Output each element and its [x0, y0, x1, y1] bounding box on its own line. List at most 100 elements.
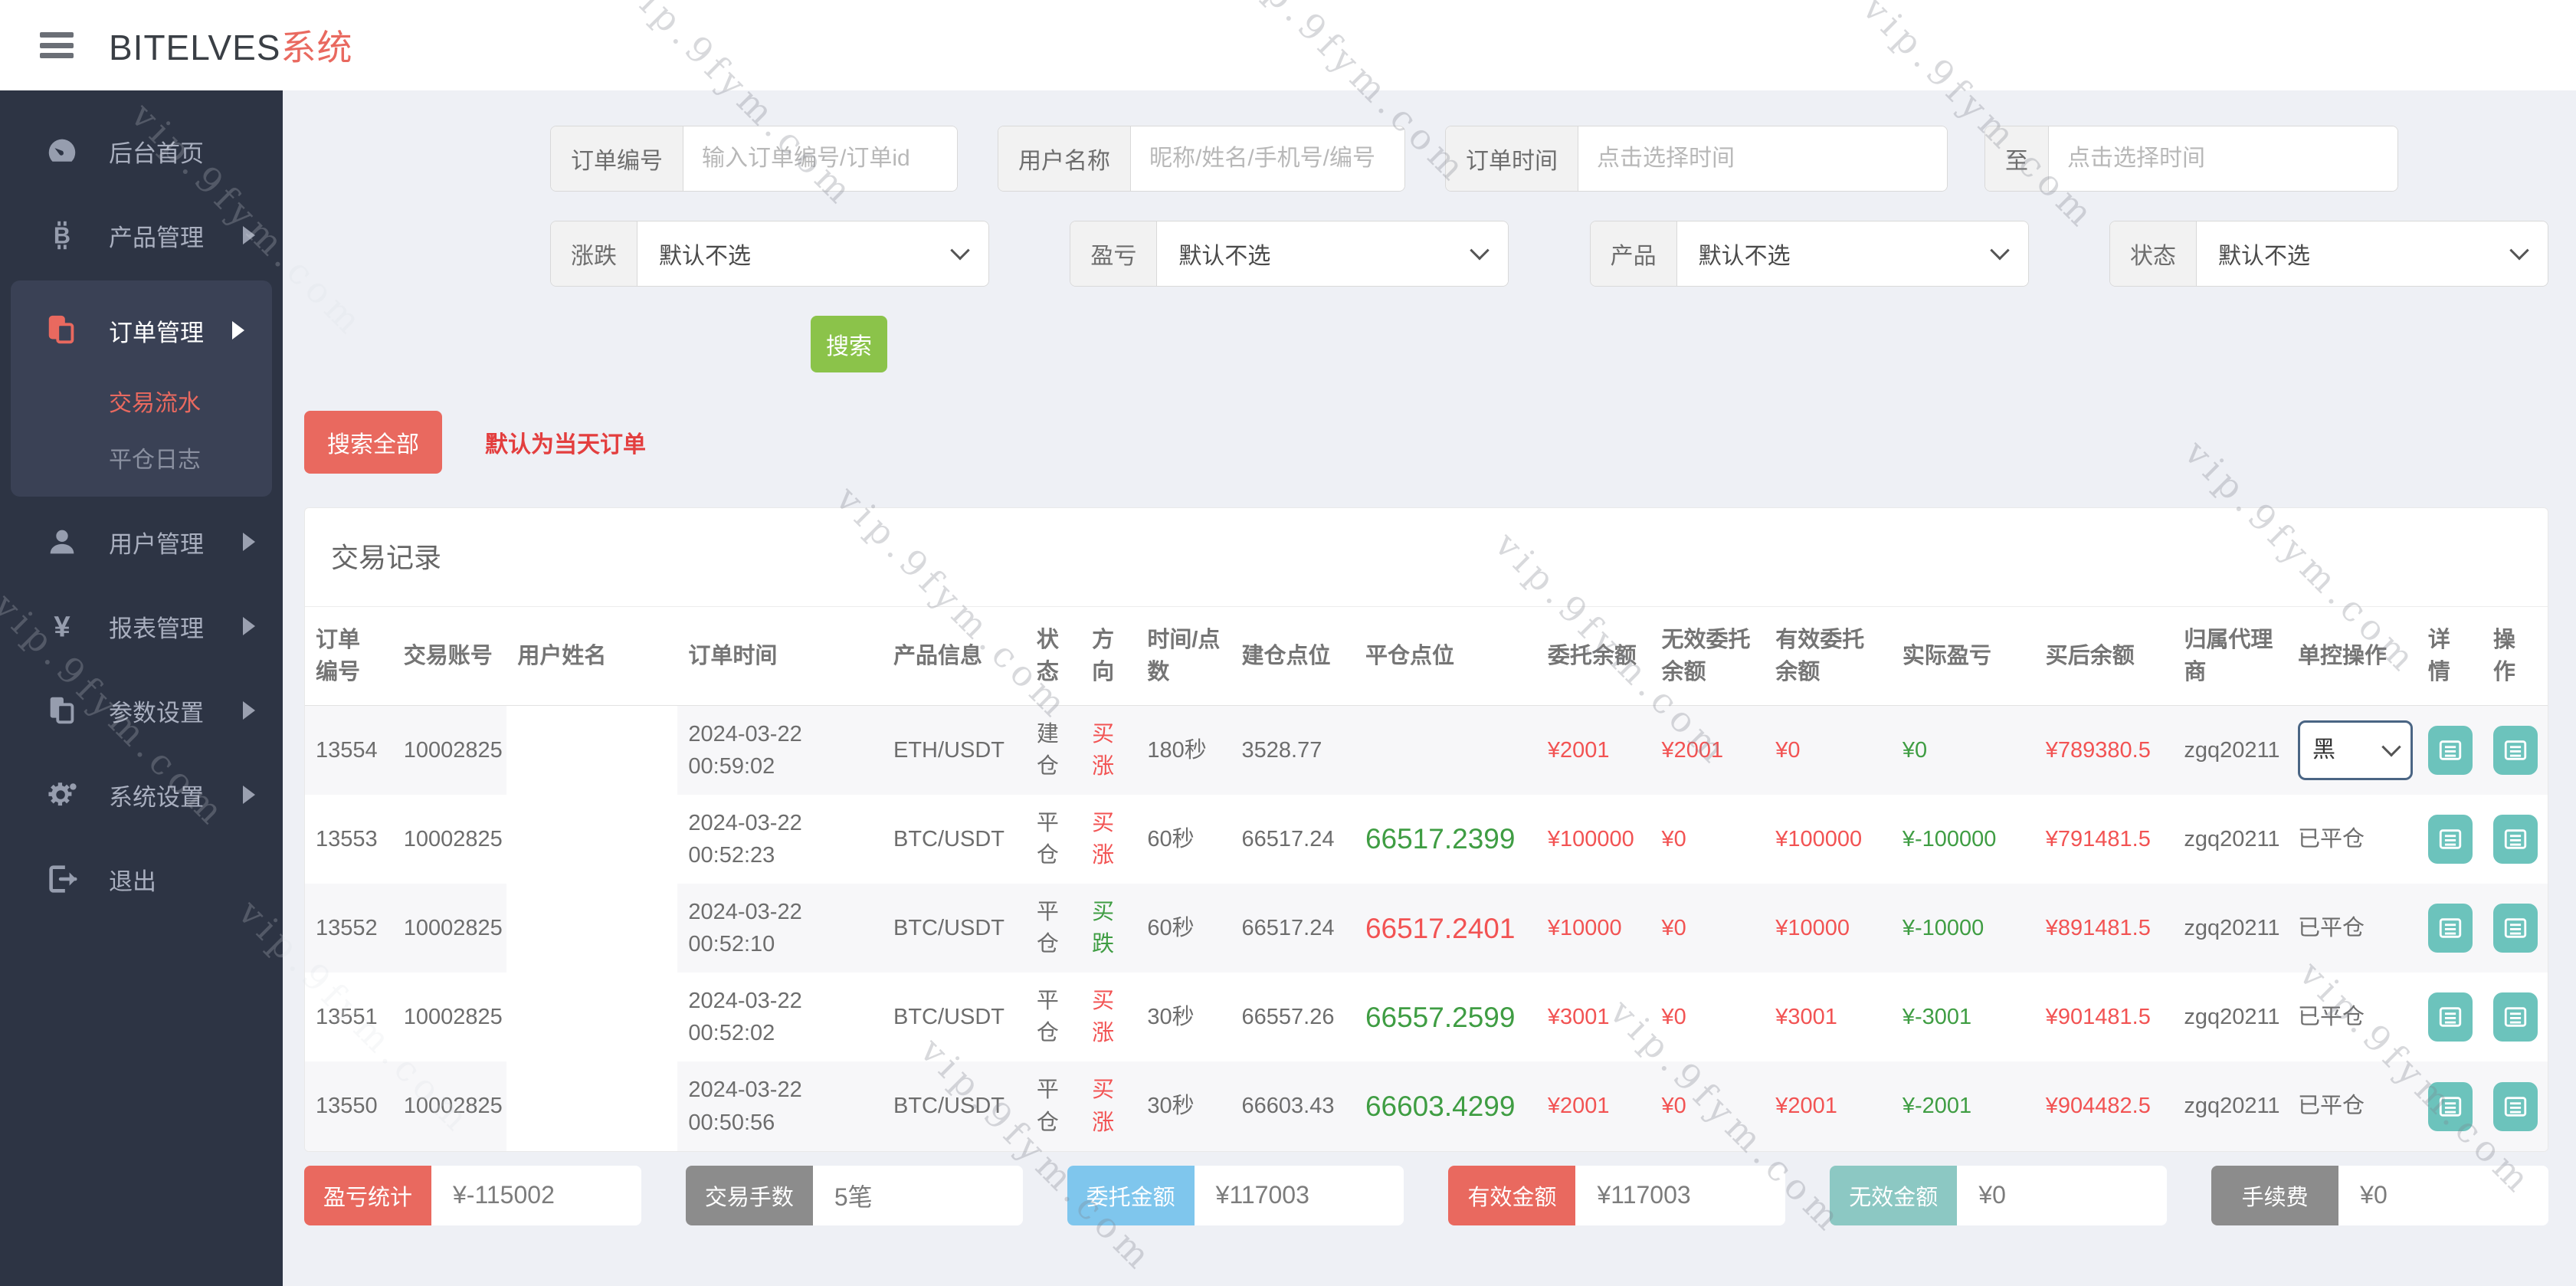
sidebar-subitem-trade-flow[interactable]: 交易流水 [11, 372, 272, 429]
table-row: 13552 10002825 2024-03-22 00:52:10 BTC/U… [305, 884, 2548, 973]
sidebar-item-reports[interactable]: ¥ 报表管理 [0, 584, 283, 668]
sidebar-item-settings[interactable]: 系统设置 [0, 753, 283, 837]
profit-select[interactable]: 默认不选 [1157, 221, 1509, 286]
cell-valid-entrust: ¥100000 [1765, 795, 1892, 884]
chevron-down-icon [2381, 737, 2401, 757]
sidebar-item-logout[interactable]: 退出 [0, 837, 283, 921]
cell-open-point: 66557.26 [1231, 973, 1355, 1062]
detail-button[interactable] [2427, 815, 2473, 864]
cell-account: 10002825 [392, 884, 507, 973]
col-open-point: 建仓点位 [1231, 607, 1355, 707]
product-select[interactable]: 默认不选 [1676, 221, 2028, 286]
product-label: 产品 [1590, 221, 1677, 286]
action-button[interactable] [2492, 726, 2538, 776]
sidebar-item-params[interactable]: 参数设置 [0, 668, 283, 753]
trade-records-card: 交易记录 订单编号 交易账号 用户姓名 订单时间 产品信息 状态 方向 时间/点… [304, 507, 2548, 1152]
search-button[interactable]: 搜索 [811, 316, 887, 372]
action-button[interactable] [2492, 1081, 2538, 1131]
filter-status: 状态 默认不选 [2109, 221, 2549, 287]
col-duration: 时间/点数 [1136, 607, 1231, 707]
detail-button[interactable] [2427, 1081, 2473, 1131]
order-no-input[interactable] [683, 126, 957, 191]
cell-user-name [506, 973, 678, 1062]
app-title: BITELVES系统 [109, 20, 352, 71]
search-all-button[interactable]: 搜索全部 [304, 411, 442, 474]
cell-account: 10002825 [392, 795, 507, 884]
order-time-from-input[interactable] [1578, 126, 1947, 191]
cell-duration: 60秒 [1136, 795, 1231, 884]
col-entrust: 委托余额 [1536, 607, 1651, 707]
svg-text:B: B [54, 223, 70, 249]
summary-value: ¥-115002 [431, 1165, 641, 1225]
profit-label: 盈亏 [1070, 221, 1158, 286]
col-status: 状态 [1025, 607, 1082, 707]
cell-invalid-entrust: ¥0 [1650, 884, 1765, 973]
col-direction: 方向 [1081, 607, 1137, 707]
filter-row-2: 涨跌 默认不选 盈亏 默认不选 产品 默认不选 状态 默认不选 [550, 221, 2549, 287]
submenu-arrow-icon [243, 701, 255, 720]
cell-status: 建仓 [1025, 705, 1082, 796]
cell-order-time: 2024-03-22 00:52:10 [677, 884, 883, 973]
user-name-input[interactable] [1131, 126, 1404, 191]
cell-valid-entrust: ¥3001 [1765, 973, 1892, 1062]
sidebar-item-label: 报表管理 [109, 615, 204, 642]
cell-invalid-entrust: ¥2001 [1650, 705, 1765, 796]
card-title: 交易记录 [305, 508, 2548, 607]
cell-order-time: 2024-03-22 00:52:02 [677, 973, 883, 1062]
cell-actual-profit: ¥0 [1891, 705, 2035, 796]
sidebar-item-dashboard[interactable]: 后台首页 [0, 109, 283, 193]
cell-single-control: 已平仓 [2286, 795, 2417, 884]
sidebar-item-label: 订单管理 [109, 319, 204, 346]
action-button[interactable] [2492, 904, 2538, 953]
summary-trade-count: 交易手数 5笔 [685, 1165, 1023, 1225]
col-order-id: 订单编号 [305, 607, 393, 707]
order-time-to-input[interactable] [2049, 126, 2397, 191]
filter-user-name: 用户名称 [998, 126, 1405, 192]
summary-value: ¥0 [2338, 1165, 2548, 1225]
cell-user-name [506, 795, 678, 884]
summary-label: 交易手数 [685, 1165, 813, 1225]
cell-agent: zgq20211 [2173, 795, 2287, 884]
cell-after-balance: ¥789380.5 [2034, 705, 2174, 796]
filter-profit: 盈亏 默认不选 [1070, 221, 1509, 287]
action-button[interactable] [2492, 815, 2538, 864]
status-select-value: 默认不选 [2217, 244, 2310, 269]
trade-records-table: 订单编号 交易账号 用户姓名 订单时间 产品信息 状态 方向 时间/点数 建仓点… [305, 607, 2548, 1151]
sidebar-subitem-label: 平仓日志 [109, 448, 201, 473]
detail-button[interactable] [2427, 726, 2473, 776]
cell-entrust: ¥2001 [1536, 705, 1651, 796]
col-action: 操作 [2482, 607, 2548, 707]
summary-value: 5笔 [812, 1165, 1023, 1225]
updown-select[interactable]: 默认不选 [637, 221, 989, 286]
sidebar-item-label: 退出 [109, 868, 156, 895]
sidebar-item-label: 产品管理 [109, 224, 204, 251]
status-select[interactable]: 默认不选 [2196, 221, 2548, 286]
submenu-arrow-icon [243, 786, 255, 804]
cell-open-point: 3528.77 [1231, 705, 1355, 796]
col-invalid-entrust: 无效委托余额 [1650, 607, 1765, 707]
sidebar-item-products[interactable]: B 产品管理 [0, 193, 283, 277]
cell-entrust: ¥2001 [1536, 1061, 1651, 1151]
col-account: 交易账号 [392, 607, 507, 707]
cell-close-point: 66603.4299 [1354, 1061, 1537, 1151]
filter-updown: 涨跌 默认不选 [550, 221, 990, 287]
col-agent: 归属代理商 [2173, 607, 2287, 707]
summary-label: 委托金额 [1067, 1165, 1195, 1225]
col-user-name: 用户姓名 [506, 607, 678, 707]
detail-button[interactable] [2427, 992, 2473, 1042]
detail-button[interactable] [2427, 904, 2473, 953]
col-order-time: 订单时间 [677, 607, 883, 707]
bitcoin-icon: B [44, 218, 80, 253]
single-control-select[interactable]: 黑 [2297, 720, 2413, 780]
table-row: 13551 10002825 2024-03-22 00:52:02 BTC/U… [305, 973, 2548, 1062]
sidebar-subitem-close-log[interactable]: 平仓日志 [11, 429, 272, 486]
cell-duration: 30秒 [1136, 1061, 1231, 1151]
sidebar-item-users[interactable]: 用户管理 [0, 500, 283, 584]
action-button[interactable] [2492, 992, 2538, 1042]
hamburger-menu-icon[interactable] [40, 32, 74, 58]
sidebar-item-orders[interactable]: 订单管理 [11, 288, 272, 372]
table-header-row: 订单编号 交易账号 用户姓名 订单时间 产品信息 状态 方向 时间/点数 建仓点… [305, 607, 2548, 707]
cell-status: 平仓 [1025, 884, 1082, 973]
cell-entrust: ¥10000 [1536, 884, 1651, 973]
cell-order-time: 2024-03-22 00:52:23 [677, 795, 883, 884]
